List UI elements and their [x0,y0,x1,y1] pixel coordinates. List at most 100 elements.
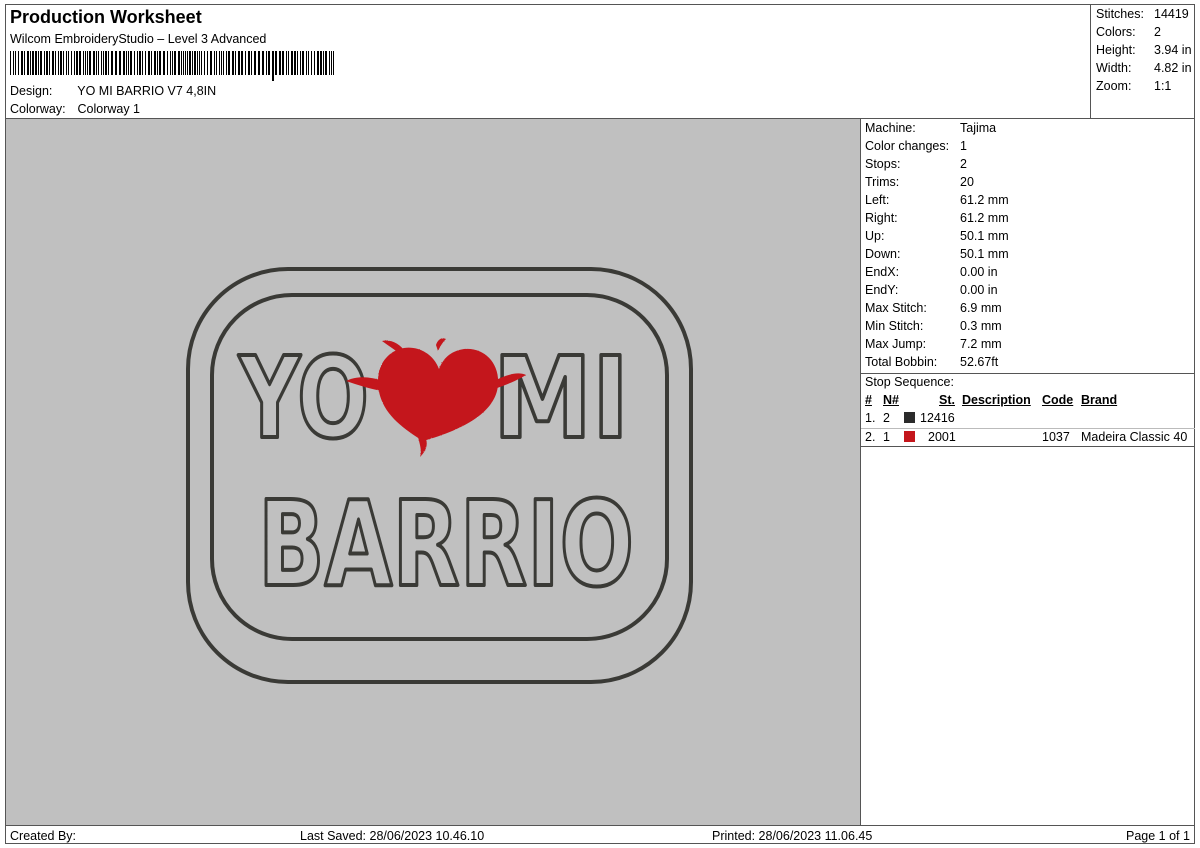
worksheet-footer: Created By: Last Saved: 28/06/2023 10.46… [6,825,1194,844]
machine-info-label: Max Stitch: [865,301,927,315]
panel-divider [861,373,1195,374]
machine-info-row: EndX: 0.00 in [865,265,998,283]
width-label: Width: [1096,61,1132,75]
col-description: Description [962,393,1031,407]
page-title: Production Worksheet [10,7,202,27]
colorway-value: Colorway 1 [77,102,141,116]
stitches-row: Stitches: 14419 [1096,7,1189,21]
page-number: Page 1 of 1 [1126,829,1190,843]
machine-info-row: Color changes: 1 [865,139,967,157]
row-n: 1 [883,430,890,444]
colors-row: Colors: 2 [1096,25,1161,39]
created-by: Created By: [10,829,77,843]
row-number: 1. [865,411,876,425]
machine-info-row: Trims: 20 [865,175,974,193]
machine-info-row: Right: 61.2 mm [865,211,1009,229]
machine-info-row: EndY: 0.00 in [865,283,998,301]
table-bottom-divider [861,446,1195,447]
row-number: 2. [865,430,876,444]
colors-label: Colors: [1096,25,1136,39]
machine-info-row: Max Stitch: 6.9 mm [865,301,1002,319]
colorway-label: Colorway: [10,102,66,116]
machine-info-value: 0.00 in [960,265,998,279]
embroidery-design: YO MI BARRIO [186,267,693,684]
machine-info-value: 0.00 in [960,283,998,297]
last-saved: Last Saved: 28/06/2023 10.46.10 [300,829,485,843]
design-value: YO MI BARRIO V7 4,8IN [77,84,217,98]
machine-info-row: Min Stitch: 0.3 mm [865,319,1002,337]
row-stitches: 2001 [928,430,956,444]
colors-value: 2 [1154,25,1161,39]
barcode [10,51,334,81]
machine-info-label: Color changes: [865,139,950,153]
machine-info-row: Down: 50.1 mm [865,247,1009,265]
stitches-label: Stitches: [1096,7,1144,21]
design-label: Design: [10,84,53,98]
machine-info-label: Trims: [865,175,900,189]
machine-info-row: Max Jump: 7.2 mm [865,337,1002,355]
machine-info-label: Right: [865,211,898,225]
machine-info-label: Down: [865,247,901,261]
zoom-row: Zoom: 1:1 [1096,79,1171,93]
colorway-row: Colorway: Colorway 1 [10,102,140,116]
word-barrio: BARRIO [258,475,634,613]
machine-info-row: Machine: Tajima [865,121,996,139]
machine-info-value: 1 [960,139,967,153]
width-row: Width: 4.82 in [1096,61,1192,75]
software-name: Wilcom EmbroideryStudio – Level 3 Advanc… [10,32,267,46]
col-st: St. [939,393,955,407]
row-n: 2 [883,411,890,425]
col-code: Code [1042,393,1074,407]
machine-info-label: Machine: [865,121,916,135]
col-n: N# [883,393,899,407]
machine-info-label: EndY: [865,283,899,297]
machine-info-row: Stops: 2 [865,157,967,175]
machine-info-value: 20 [960,175,974,189]
machine-info-row: Total Bobbin: 52.67ft [865,355,998,373]
machine-info-panel: Machine: Tajima Color changes: 1 Stops: 2 Trim… [860,119,1195,825]
machine-info-label: Max Jump: [865,337,927,351]
machine-info-value: 52.67ft [960,355,999,369]
color-swatch [904,412,915,423]
machine-info-row: Left: 61.2 mm [865,193,1009,211]
stop-sequence-title: Stop Sequence: [865,375,954,389]
stitches-value: 14419 [1154,7,1189,21]
machine-info-label: Up: [865,229,885,243]
color-swatch [904,431,915,442]
machine-info-value: 50.1 mm [960,247,1009,261]
machine-info-label: Stops: [865,157,901,171]
machine-info-value: 7.2 mm [960,337,1002,351]
design-name-row: Design: YO MI BARRIO V7 4,8IN [10,84,216,98]
height-label: Height: [1096,43,1136,57]
machine-info-value: 61.2 mm [960,211,1009,225]
machine-info-value: 61.2 mm [960,193,1009,207]
printed-date: Printed: 28/06/2023 11.06.45 [712,829,873,843]
word-mi: MI [493,334,629,464]
design-preview: YO MI BARRIO [6,119,860,825]
worksheet-page: Production Worksheet Wilcom EmbroiderySt… [5,4,1195,844]
row-brand: Madeira Classic 40 [1081,430,1188,444]
height-value: 3.94 in [1154,43,1192,57]
height-row: Height: 3.94 in [1096,43,1192,57]
col-hash: # [865,393,872,407]
machine-info-value: 2 [960,157,967,171]
row-stitches: 12416 [920,411,955,425]
machine-info-label: Min Stitch: [865,319,924,333]
machine-info-label: EndX: [865,265,900,279]
machine-info-value: 50.1 mm [960,229,1009,243]
row-code: 1037 [1042,430,1070,444]
machine-info-label: Total Bobbin: [865,355,938,369]
zoom-value: 1:1 [1154,79,1172,93]
worksheet-header: Production Worksheet Wilcom EmbroiderySt… [6,5,1090,118]
width-value: 4.82 in [1154,61,1192,75]
word-yo: YO [237,334,369,464]
col-brand: Brand [1081,393,1118,407]
machine-info-label: Left: [865,193,890,207]
machine-info-value: 0.3 mm [960,319,1002,333]
machine-info-row: Up: 50.1 mm [865,229,1009,247]
machine-info-value: Tajima [960,121,997,135]
stats-box: Stitches: 14419 Colors: 2 Height: 3.94 in W… [1090,5,1195,118]
machine-info-value: 6.9 mm [960,301,1002,315]
zoom-label: Zoom: [1096,79,1132,93]
row-divider [861,428,1195,429]
